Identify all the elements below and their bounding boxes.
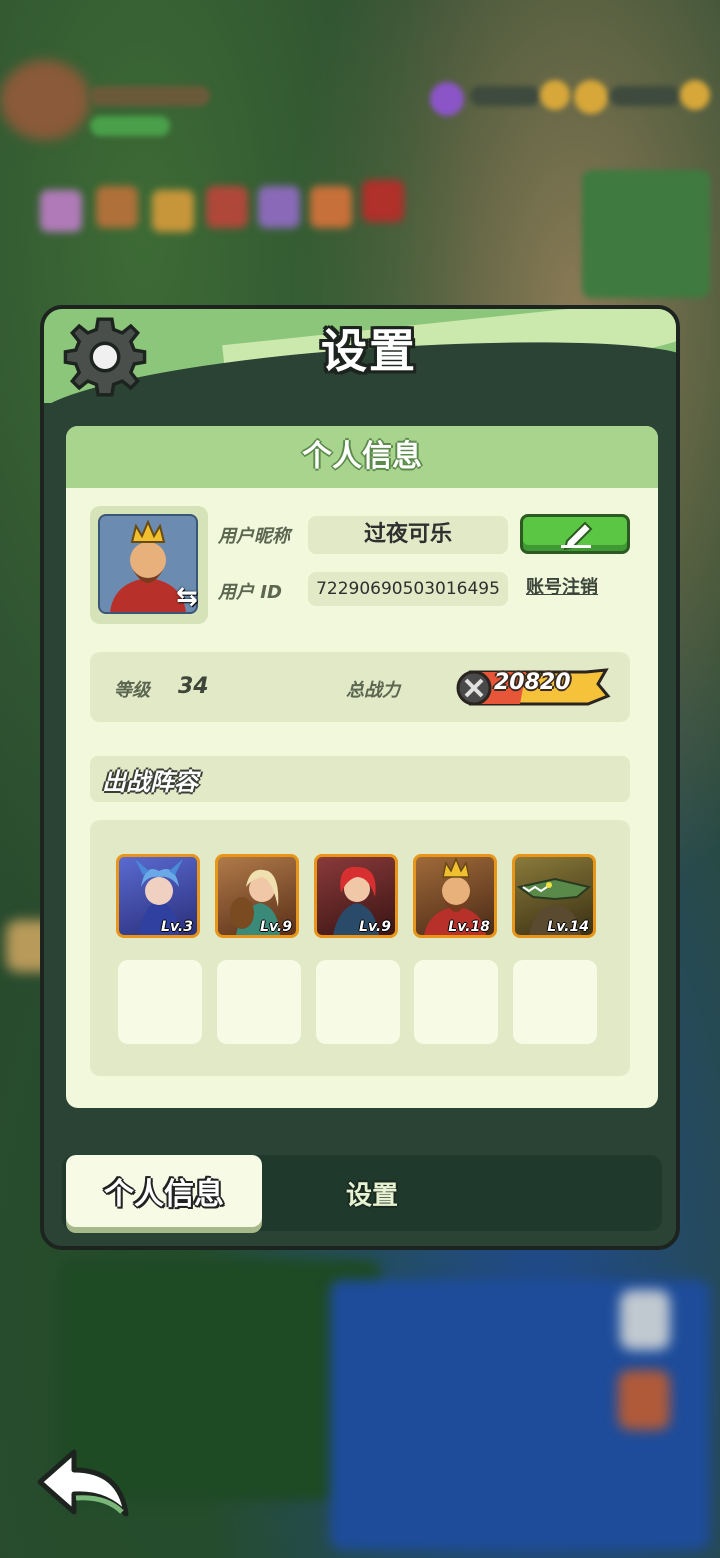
level-value: 34 [178, 674, 209, 699]
coin-blur-1 [540, 80, 570, 110]
tab-profile-label: 个人信息 [104, 1177, 224, 1212]
player-avatar-blur [0, 60, 90, 140]
hero-level: Lv.9 [359, 919, 391, 935]
hud-icon-blur-2 [96, 186, 138, 228]
nickname-label: 用户昵称 [218, 526, 290, 547]
settings-panel: 设置 个人信息 ⇆ 用户昵称 过夜可乐 用户 ID 72290690503016… [40, 305, 680, 1250]
hud-icon-blur-6 [310, 186, 352, 228]
empty-slot[interactable] [316, 960, 400, 1044]
tab-settings[interactable]: 设置 [292, 1175, 452, 1212]
hud-icon-blur-4 [206, 186, 248, 228]
exp-bar-blur [90, 116, 170, 136]
gem-count-blur [470, 86, 540, 106]
hero-card[interactable]: Lv.9 [215, 854, 299, 938]
hero-card[interactable]: Lv.9 [314, 854, 398, 938]
tab-profile[interactable]: 个人信息 [66, 1155, 262, 1227]
hud-icon-blur-5 [258, 186, 300, 228]
hero-card[interactable]: Lv.14 [512, 854, 596, 938]
coin-blur-2 [574, 80, 608, 114]
total-power-value: 20820 [494, 670, 571, 695]
lineup-title: 出战阵容 [102, 768, 198, 796]
unit-blur-2 [618, 1370, 670, 1430]
panel-header: 设置 [44, 309, 676, 403]
profile-card: 个人信息 ⇆ 用户昵称 过夜可乐 用户 ID 7229069050301 [66, 426, 658, 1108]
coin-count-blur [610, 86, 680, 106]
user-id-field: 7229069050301649​5 [308, 572, 508, 606]
empty-slot[interactable] [217, 960, 301, 1044]
profile-section-title: 个人信息 [66, 426, 658, 488]
hero-level: Lv.14 [547, 919, 589, 935]
lineup-grid: Lv.3 Lv.9 Lv.9 Lv.18 Lv.14 [90, 820, 630, 1076]
power-badge: 20820 [456, 668, 611, 706]
level-label: 等级 [114, 680, 150, 701]
hud-icon-blur-7 [362, 180, 404, 222]
hero-card[interactable]: Lv.3 [116, 854, 200, 938]
edit-nickname-button[interactable] [520, 514, 630, 554]
name-bar-blur [90, 86, 210, 106]
total-power-label: 总战力 [346, 680, 400, 701]
empty-slot[interactable] [414, 960, 498, 1044]
panel-title: 设置 [321, 324, 417, 378]
hero-card[interactable]: Lv.18 [413, 854, 497, 938]
background-hud [0, 0, 720, 300]
hero-level: Lv.3 [161, 919, 193, 935]
minimap-blur [582, 170, 710, 298]
avatar-frame[interactable]: ⇆ [90, 506, 208, 624]
stats-bar: 等级 34 总战力 20820 [90, 652, 630, 722]
unit-blur-1 [620, 1290, 670, 1350]
gem-blur [430, 82, 464, 116]
gear-icon [63, 317, 147, 397]
back-arrow-icon[interactable] [36, 1448, 132, 1524]
lineup-section-bar: 出战阵容 [90, 756, 630, 802]
hud-icon-blur-1 [40, 190, 82, 232]
cancel-account-link[interactable]: 账号注销 [526, 573, 598, 599]
empty-slot[interactable] [118, 960, 202, 1044]
pencil-icon [561, 521, 593, 551]
panel-tabs: 个人信息 设置 [62, 1155, 662, 1231]
user-id-label: 用户 ID [218, 582, 282, 603]
nickname-field: 过夜可乐 [308, 516, 508, 554]
hero-level: Lv.9 [260, 919, 292, 935]
hero-level: Lv.18 [448, 919, 490, 935]
swap-icon[interactable]: ⇆ [176, 582, 206, 612]
coin-blur-3 [680, 80, 710, 110]
empty-slot[interactable] [513, 960, 597, 1044]
hud-icon-blur-3 [152, 190, 194, 232]
